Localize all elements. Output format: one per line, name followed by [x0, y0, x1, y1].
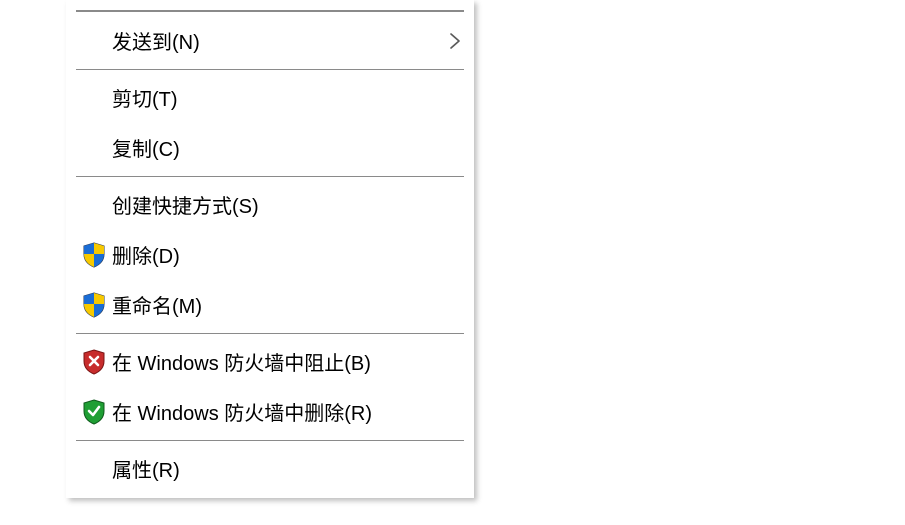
menu-item-label: 删除(D) — [112, 240, 462, 269]
menu-item-label: 复制(C) — [112, 133, 462, 162]
menu-item-label: 重命名(M) — [112, 290, 462, 319]
icon-spacer — [76, 84, 112, 112]
icon-spacer — [76, 191, 112, 219]
menu-item-label: 在 Windows 防火墙中阻止(B) — [112, 347, 462, 376]
shield-block-icon — [76, 348, 112, 376]
uac-shield-icon — [76, 291, 112, 319]
menu-item-label: 剪切(T) — [112, 83, 462, 112]
menu-item-label: 在 Windows 防火墙中删除(R) — [112, 397, 462, 426]
menu-item-copy[interactable]: 复制(C) — [66, 123, 474, 173]
menu-item-firewall-block[interactable]: 在 Windows 防火墙中阻止(B) — [66, 337, 474, 387]
context-menu: 发送到(N) 剪切(T) 复制(C) 创建快捷方式(S) 删除 — [66, 0, 474, 498]
shield-allow-icon — [76, 398, 112, 426]
menu-item-firewall-remove[interactable]: 在 Windows 防火墙中删除(R) — [66, 387, 474, 437]
separator — [76, 10, 464, 12]
separator — [76, 69, 464, 70]
menu-item-label: 属性(R) — [112, 454, 462, 483]
menu-item-cut[interactable]: 剪切(T) — [66, 73, 474, 123]
separator — [76, 333, 464, 334]
menu-item-label: 发送到(N) — [112, 26, 442, 55]
menu-item-create-shortcut[interactable]: 创建快捷方式(S) — [66, 180, 474, 230]
separator — [76, 440, 464, 441]
icon-spacer — [76, 134, 112, 162]
separator — [76, 176, 464, 177]
icon-spacer — [76, 455, 112, 483]
chevron-right-icon — [442, 32, 462, 50]
menu-item-delete[interactable]: 删除(D) — [66, 230, 474, 280]
menu-item-send-to[interactable]: 发送到(N) — [66, 16, 474, 66]
menu-item-label: 创建快捷方式(S) — [112, 190, 462, 219]
icon-spacer — [76, 27, 112, 55]
menu-item-properties[interactable]: 属性(R) — [66, 444, 474, 494]
uac-shield-icon — [76, 241, 112, 269]
menu-item-rename[interactable]: 重命名(M) — [66, 280, 474, 330]
